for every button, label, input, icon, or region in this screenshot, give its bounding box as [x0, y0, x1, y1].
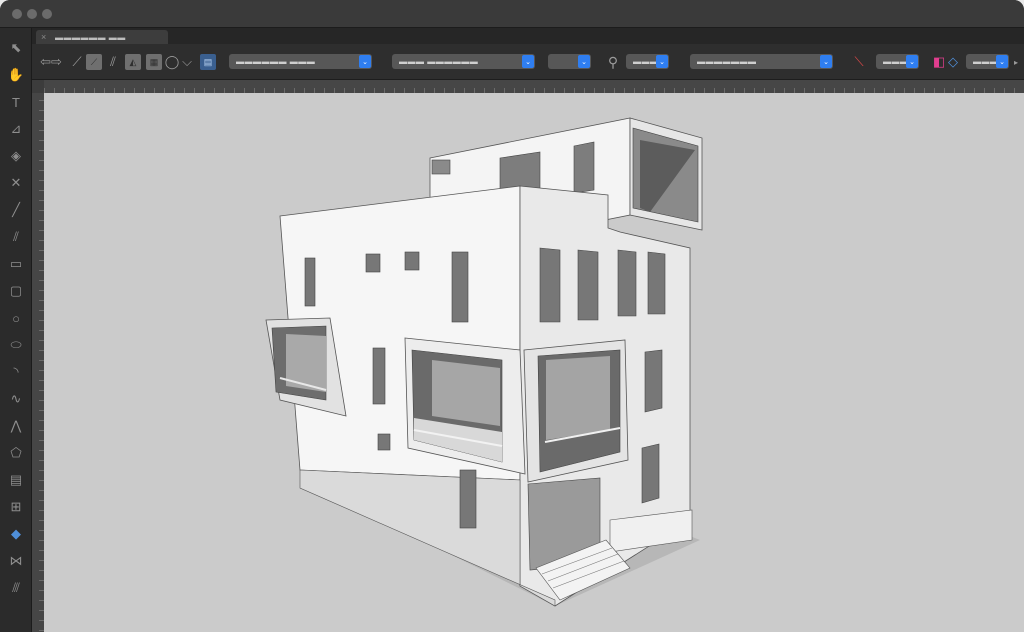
- polyline-tool-icon[interactable]: ⋀: [6, 416, 26, 436]
- zoom-window-button[interactable]: [42, 9, 52, 19]
- title-bar: [0, 0, 1024, 28]
- document-tab[interactable]: × ▬▬▬▬▬▬ ▬▬: [36, 30, 168, 44]
- rectangle-mode-icon[interactable]: ▦: [146, 54, 162, 70]
- upper-small-window: [431, 159, 451, 175]
- window-front-2: [365, 253, 381, 273]
- class-select[interactable]: ▬▬▬▬▬▬ ▬▬▬ ⌄: [229, 54, 372, 69]
- vertical-ruler[interactable]: [32, 80, 44, 632]
- projection-select[interactable]: ▬▬▬ ⌄: [966, 54, 1009, 69]
- upper-slot-window: [573, 141, 595, 194]
- scale-select[interactable]: ⌄: [548, 54, 591, 69]
- locus-tool-icon[interactable]: ✕: [6, 173, 26, 193]
- ruler-origin[interactable]: [32, 80, 44, 93]
- tab-bar: × ▬▬▬▬▬▬ ▬▬: [32, 28, 1024, 44]
- corner-bay-interior: [546, 356, 610, 440]
- attribute-tool-icon[interactable]: ◈: [6, 146, 26, 166]
- freehand-tool-icon[interactable]: ∿: [6, 389, 26, 409]
- double-line-icon[interactable]: ⫽: [104, 53, 122, 71]
- callout-tool-icon[interactable]: ⊿: [6, 119, 26, 139]
- front-bay-interior: [432, 360, 500, 426]
- chevron-down-icon: ⌄: [359, 55, 371, 68]
- selection-tool-icon[interactable]: ⬉: [6, 38, 26, 58]
- close-window-button[interactable]: [12, 9, 22, 19]
- chevron-down-icon: ⌄: [906, 55, 918, 68]
- window-front-4: [451, 251, 469, 323]
- left-bay-interior: [286, 334, 326, 392]
- document-tab-label: ▬▬▬▬▬▬ ▬▬: [55, 32, 126, 42]
- render-select[interactable]: ▬▬▬ ⌄: [876, 54, 919, 69]
- window-tool-icon[interactable]: ⊞: [6, 497, 26, 517]
- window-side-1: [539, 247, 561, 323]
- arc-tool-icon[interactable]: ◝: [6, 362, 26, 382]
- circle-tool-icon[interactable]: ○: [6, 308, 26, 328]
- pan-tool-icon[interactable]: ✋: [6, 65, 26, 85]
- window-side-5: [644, 349, 663, 413]
- projection-icon[interactable]: ◇: [944, 53, 962, 71]
- pencil-icon[interactable]: ⟋: [68, 53, 86, 71]
- line-tool-icon[interactable]: ╱: [6, 200, 26, 220]
- chevron-down-icon: ⌄: [522, 55, 534, 68]
- render-mode-icon[interactable]: ◭: [125, 54, 141, 70]
- oval-tool-icon[interactable]: ⬭: [6, 335, 26, 355]
- chevron-down-icon: ⌄: [996, 55, 1008, 68]
- window-side-3: [617, 249, 637, 317]
- view-select[interactable]: ▬▬▬▬▬▬▬ ⌄: [690, 54, 833, 69]
- text-tool-icon[interactable]: T: [6, 92, 26, 112]
- window-side-4: [647, 251, 666, 315]
- window-front-1: [304, 257, 316, 307]
- close-tab-icon[interactable]: ×: [41, 32, 51, 42]
- layer-select[interactable]: ▬▬▬ ▬▬▬▬▬▬ ⌄: [392, 54, 535, 69]
- chevron-down-icon: ⌄: [656, 55, 668, 68]
- window-side-2: [577, 249, 599, 321]
- building-3d-model: [265, 117, 703, 607]
- nav-arrows-icon[interactable]: ⇦⇨: [38, 53, 64, 71]
- zoom-select[interactable]: ▬▬▬ ⌄: [626, 54, 669, 69]
- line-tool-icon[interactable]: ⟋: [86, 54, 102, 70]
- toolbar-overflow-icon[interactable]: ▸: [1010, 53, 1022, 71]
- minimize-window-button[interactable]: [27, 9, 37, 19]
- chevron-down-icon: ⌄: [820, 55, 832, 68]
- polygon-tool-icon[interactable]: ⬠: [6, 443, 26, 463]
- zoom-icon[interactable]: ⚲: [604, 53, 622, 71]
- horizontal-ruler[interactable]: [44, 80, 1024, 93]
- layout-icon[interactable]: ▤: [200, 54, 216, 70]
- double-line-tool-icon[interactable]: ⫽: [6, 227, 26, 247]
- snap-icon[interactable]: ⟍: [850, 53, 868, 71]
- window-front-3: [404, 251, 420, 271]
- wall-tool-icon[interactable]: ▤: [6, 470, 26, 490]
- app-window: × ▬▬▬▬▬▬ ▬▬ ⇦⇨ ⟋ ⟋ ⫽ ◭ ▦ ◯ ⌵ ▤ ▬▬▬▬▬▬ ▬▬…: [0, 0, 1024, 632]
- window-front-7: [459, 469, 477, 529]
- rectangle-tool-icon[interactable]: ▭: [6, 254, 26, 274]
- dimension-tool-icon[interactable]: ⫻: [6, 578, 26, 598]
- polygon-select-icon[interactable]: ⌵: [178, 53, 196, 71]
- window-side-6: [641, 443, 660, 504]
- chevron-down-icon: ⌄: [578, 55, 590, 68]
- view-bar: ⇦⇨ ⟋ ⟋ ⫽ ◭ ▦ ◯ ⌵ ▤ ▬▬▬▬▬▬ ▬▬▬ ⌄ ▬▬▬ ▬▬▬▬…: [32, 44, 1024, 80]
- 3d-tool-icon[interactable]: ◆: [6, 524, 26, 544]
- mirror-tool-icon[interactable]: ⋈: [6, 551, 26, 571]
- drawing-canvas[interactable]: [44, 93, 1024, 632]
- tool-palette: ⬉ ✋ T ⊿ ◈ ✕ ╱ ⫽ ▭ ▢ ○ ⬭ ◝ ∿ ⋀ ⬠ ▤ ⊞ ◆ ⋈ ⫻: [0, 28, 32, 632]
- window-front-5: [372, 347, 386, 405]
- rounded-rectangle-tool-icon[interactable]: ▢: [6, 281, 26, 301]
- window-front-6: [377, 433, 391, 451]
